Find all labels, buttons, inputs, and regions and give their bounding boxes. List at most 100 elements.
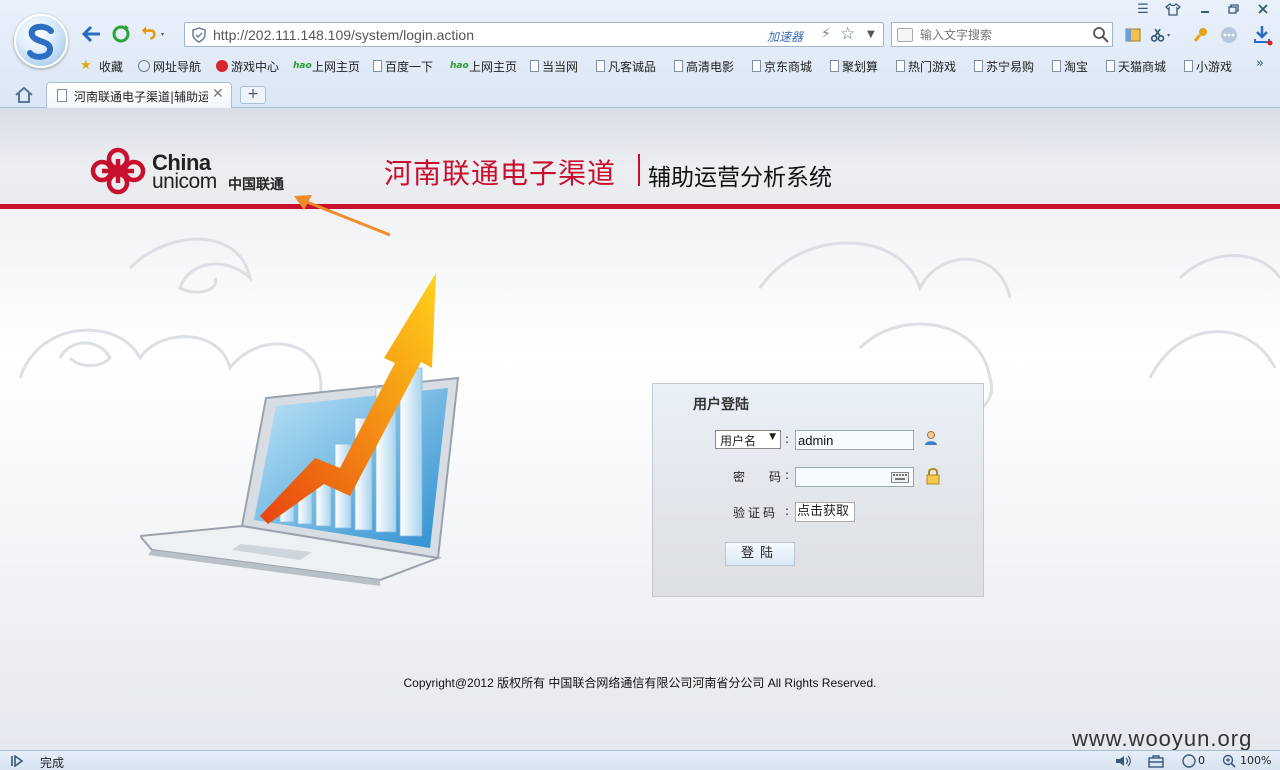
bookmark-item[interactable]: 淘宝	[1052, 57, 1088, 75]
toolbox-icon[interactable]	[1148, 754, 1164, 768]
bookmark-item[interactable]: 苏宁易购	[974, 57, 1034, 75]
undo-icon	[141, 26, 165, 40]
bookmark-item[interactable]: 京东商城	[752, 57, 812, 75]
scissors-icon[interactable]	[1150, 24, 1172, 46]
accelerator-label[interactable]: 加速器	[767, 28, 803, 45]
hao-icon: hao	[450, 60, 469, 71]
bookmark-item[interactable]: 天猫商城	[1106, 57, 1166, 75]
bookmark-item[interactable]: 百度一下	[373, 57, 433, 75]
skin-icon[interactable]	[1162, 2, 1184, 16]
login-panel: 用户登陆 用户名 ▼ : 密 码 : 验证码 : 点击获取 登陆	[652, 383, 984, 597]
page-icon	[57, 89, 67, 102]
page-icon	[752, 60, 761, 72]
minimize-button[interactable]	[1194, 2, 1216, 16]
page-icon	[530, 60, 539, 72]
sidebar-toggle-icon[interactable]	[1122, 24, 1144, 46]
close-tab-icon[interactable]: ✕	[212, 86, 224, 102]
hao-icon: hao	[293, 60, 312, 71]
page-content: China unicom 中国联通 河南联通电子渠道 辅助运营分析系统 用户登陆…	[0, 108, 1280, 750]
system-title-primary: 河南联通电子渠道	[384, 157, 617, 190]
colon-separator: :	[785, 432, 790, 446]
bookmark-item[interactable]: 小游戏	[1184, 57, 1232, 75]
page-icon	[596, 60, 605, 72]
captcha-label: 验证码	[733, 506, 779, 520]
colon-separator: :	[785, 504, 790, 518]
menu-icon[interactable]: ☰	[1132, 2, 1154, 17]
more-menu-icon[interactable]	[1218, 24, 1240, 46]
restore-button[interactable]	[1222, 2, 1244, 16]
globe-icon	[138, 60, 150, 72]
refresh-button[interactable]	[108, 22, 134, 46]
tab-active[interactable]: 河南联通电子渠道|辅助运营分析系统 ✕	[46, 82, 232, 108]
key-icon[interactable]	[1190, 24, 1212, 46]
page-icon	[1052, 60, 1061, 72]
bookmark-item[interactable]: 聚划算	[830, 57, 878, 75]
address-bar[interactable]: http://202.111.148.109/system/login.acti…	[184, 22, 884, 47]
copyright-text: Copyright@2012 版权所有 中国联合网络通信有限公司河南省分公司 A…	[403, 676, 877, 690]
bookmark-item[interactable]: 热门游戏	[896, 57, 956, 75]
page-icon	[1106, 60, 1115, 72]
bookmark-item[interactable]: 当当网	[530, 57, 578, 75]
search-icon[interactable]	[1092, 26, 1110, 44]
title-separator	[638, 154, 640, 186]
close-window-button[interactable]	[1252, 2, 1274, 16]
new-tab-button[interactable]: +	[240, 86, 266, 104]
logo-text-unicom: unicom	[152, 170, 217, 193]
zoom-icon[interactable]	[1222, 754, 1236, 768]
address-url[interactable]: http://202.111.148.109/system/login.acti…	[213, 27, 474, 43]
colon-separator: :	[785, 468, 790, 482]
lightning-icon[interactable]: ⚡	[821, 26, 831, 42]
download-icon[interactable]	[1252, 24, 1274, 46]
bookmark-item[interactable]: hao 上网主页	[450, 57, 517, 75]
bookmark-item[interactable]: 网址导航	[138, 57, 201, 75]
system-title-secondary: 辅助运营分析系统	[648, 165, 832, 191]
browser-logo-icon[interactable]	[14, 14, 68, 68]
bookmark-item[interactable]: 游戏中心	[216, 57, 279, 75]
star-icon: ★	[80, 58, 92, 73]
undo-close-button[interactable]	[140, 22, 166, 46]
status-bar: 完成 0 100%	[0, 750, 1280, 770]
bookmarks-more-icon[interactable]: »	[1256, 56, 1264, 71]
home-icon[interactable]	[14, 86, 34, 104]
page-icon	[974, 60, 983, 72]
tab-bar: 河南联通电子渠道|辅助运营分析系统 ✕ +	[0, 82, 1280, 108]
user-type-selected: 用户名	[720, 434, 757, 448]
lock-icon	[926, 468, 940, 485]
bookmark-item[interactable]: ★ 收藏	[80, 57, 123, 75]
logo-text-cn: 中国联通	[228, 177, 284, 193]
page-icon	[830, 60, 839, 72]
laptop-chart-illustration	[140, 273, 460, 586]
user-type-select[interactable]: 用户名 ▼	[715, 430, 781, 449]
user-icon	[925, 431, 937, 445]
game-icon	[216, 60, 228, 72]
sidebar-expand-icon[interactable]	[10, 755, 24, 767]
watermark-text: www.wooyun.org	[1072, 726, 1253, 751]
search-box[interactable]	[891, 22, 1113, 47]
bookmark-item[interactable]: 高清电影	[674, 57, 734, 75]
page-icon	[1184, 60, 1193, 72]
bookmarks-bar: ★ 收藏 网址导航 游戏中心 hao 上网主页 百度一下 hao 上网主页 当当网 凡…	[78, 57, 1278, 75]
page-icon	[373, 60, 382, 72]
back-arrow-icon	[81, 25, 100, 43]
captcha-get-button[interactable]: 点击获取	[795, 502, 855, 522]
zoom-level[interactable]: 100%	[1240, 754, 1271, 767]
username-input[interactable]	[795, 430, 914, 450]
address-dropdown-icon[interactable]: ▼	[867, 29, 875, 40]
bookmark-item[interactable]: hao 上网主页	[293, 57, 360, 75]
china-unicom-logo-icon	[90, 147, 146, 195]
search-engine-icon[interactable]	[897, 28, 913, 42]
star-icon[interactable]: ☆	[840, 24, 855, 44]
search-input[interactable]	[920, 26, 1090, 44]
annotation-arrow-icon	[294, 195, 391, 237]
chevron-down-icon: ▼	[769, 432, 776, 442]
login-title: 用户登陆	[693, 397, 749, 413]
keyboard-icon[interactable]	[891, 472, 909, 483]
blocked-count: 0	[1198, 754, 1205, 767]
password-label: 密 码	[733, 470, 782, 484]
page-icon	[674, 60, 683, 72]
bookmark-item[interactable]: 凡客诚品	[596, 57, 656, 75]
speaker-icon[interactable]	[1114, 754, 1132, 768]
login-button[interactable]: 登陆	[725, 542, 795, 566]
back-button[interactable]	[78, 22, 104, 46]
ad-block-icon[interactable]	[1182, 754, 1196, 768]
